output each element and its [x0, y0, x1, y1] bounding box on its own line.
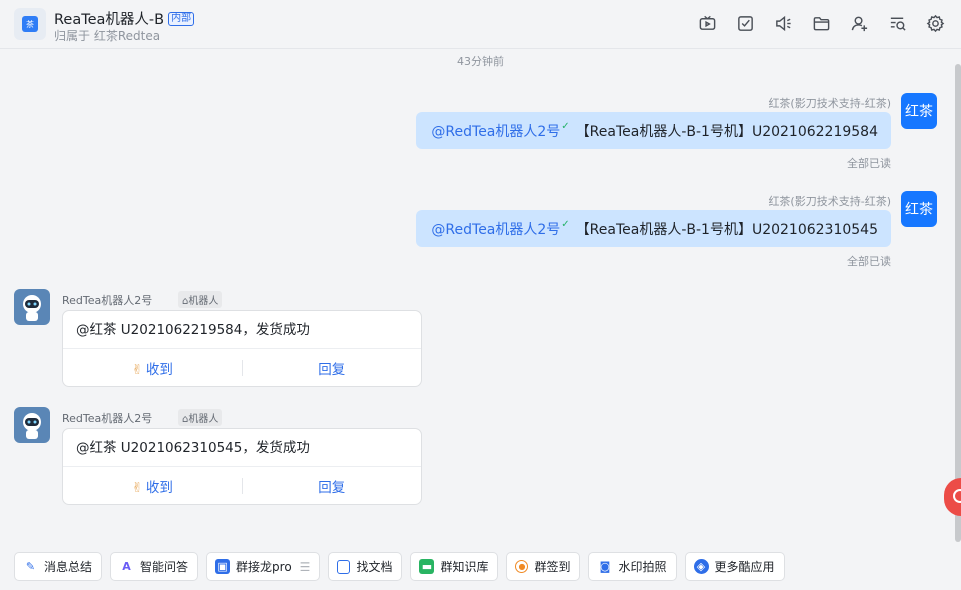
- search-history-icon[interactable]: [888, 14, 907, 33]
- received-button[interactable]: ✌ 收到: [63, 358, 242, 378]
- mention-link[interactable]: @RedTea机器人2号: [431, 121, 560, 141]
- summary-icon: ✎: [25, 560, 36, 573]
- find-doc-label: 找文档: [356, 560, 393, 574]
- hand-icon: ✌: [131, 480, 143, 496]
- group-avatar-icon: 茶: [22, 16, 38, 32]
- knowledge-base-icon: ▬: [419, 559, 435, 574]
- message-bubble[interactable]: @RedTea机器人2号 ✓ 【ReaTea机器人-B-1号机】U2021062…: [416, 210, 891, 247]
- more-apps-icon: ◈: [693, 559, 709, 574]
- message-text: 【ReaTea机器人-B-1号机】U2021062219584: [575, 123, 878, 140]
- hand-icon: ✌: [131, 362, 143, 378]
- card-actions: ✌ 收到 回复: [63, 467, 421, 505]
- video-icon[interactable]: [698, 14, 717, 33]
- bot-tag: ⌂机器人: [178, 409, 223, 426]
- camera-label: 水印拍照: [618, 560, 667, 574]
- message-bubble[interactable]: @RedTea机器人2号 ✓ 【ReaTea机器人-B-1号机】U2021062…: [416, 112, 891, 149]
- summary-button[interactable]: ✎ 消息总结: [14, 552, 103, 581]
- received-label: 收到: [145, 480, 173, 496]
- outgoing-message: 红茶 红茶(影刀技术支持-红茶) @RedTea机器人2号 ✓ 【ReaTea机…: [377, 191, 937, 271]
- settings-icon[interactable]: [926, 14, 945, 33]
- chat-scrollbar[interactable]: [955, 64, 961, 542]
- group-subtitle: 归属于 红茶Redtea: [54, 29, 161, 43]
- bot-tag-label: 机器人: [188, 414, 219, 425]
- group-avatar[interactable]: 茶: [14, 8, 46, 40]
- avatar[interactable]: 红茶: [901, 93, 937, 129]
- relay-button[interactable]: ▣ 群接龙pro ☰: [206, 552, 321, 581]
- knowledge-base-label: 群知识库: [440, 560, 489, 574]
- more-apps-button[interactable]: ◈ 更多酷应用: [684, 552, 785, 581]
- message-text: 【ReaTea机器人-B-1号机】U2021062310545: [575, 221, 878, 238]
- bot-avatar-icon[interactable]: [14, 407, 50, 443]
- incoming-message: RedTea机器人2号 ⌂机器人 @红茶 U2021062219584，发货成功…: [14, 289, 434, 389]
- reply-button[interactable]: 回复: [243, 358, 422, 378]
- sender-name: 红茶(影刀技术支持-红茶): [768, 195, 891, 208]
- group-title[interactable]: ReaTea机器人-B: [54, 8, 164, 29]
- sender-name: 红茶(影刀技术支持-红茶): [768, 97, 891, 110]
- relay-icon: ▣: [215, 559, 231, 574]
- sender-name: RedTea机器人2号: [62, 412, 153, 425]
- received-button[interactable]: ✌ 收到: [63, 476, 242, 496]
- card-actions: ✌ 收到 回复: [63, 349, 421, 387]
- more-apps-label: 更多酷应用: [714, 560, 775, 574]
- incoming-message: RedTea机器人2号 ⌂机器人 @红茶 U2021062310545，发货成功…: [14, 407, 434, 507]
- ai-qa-button[interactable]: A 智能问答: [110, 552, 199, 581]
- relay-label: 群接龙pro: [236, 560, 292, 574]
- ai-qa-icon: A: [122, 560, 131, 573]
- avatar[interactable]: 红茶: [901, 191, 937, 227]
- bot-tag-label: 机器人: [188, 296, 219, 307]
- chat-header: 茶 ReaTea机器人-B 内部 归属于 红茶Redtea: [0, 0, 961, 49]
- internal-tag: 内部: [168, 11, 195, 26]
- checkbox-icon[interactable]: [736, 14, 755, 33]
- ai-qa-label: 智能问答: [140, 560, 189, 574]
- drag-handle-icon[interactable]: ☰: [300, 560, 311, 574]
- check-in-label: 群签到: [534, 560, 571, 574]
- bot-tag: ⌂机器人: [178, 291, 223, 308]
- header-toolbar: [698, 14, 945, 33]
- find-doc-icon: [337, 559, 351, 574]
- read-check-icon: ✓: [561, 219, 570, 230]
- mention-link[interactable]: @RedTea机器人2号: [431, 219, 560, 239]
- message-card: @红茶 U2021062310545，发货成功 ✌ 收到 回复: [62, 428, 422, 505]
- bot-avatar-icon[interactable]: [14, 289, 50, 325]
- bottom-toolbar: ✎ 消息总结 A 智能问答 ▣ 群接龙pro ☰ 找文档 ▬ 群知识库 ● 群签…: [14, 552, 785, 581]
- card-text: @红茶 U2021062219584，发货成功: [63, 311, 421, 349]
- folder-icon[interactable]: [812, 14, 831, 33]
- reply-button[interactable]: 回复: [243, 476, 422, 496]
- knowledge-base-button[interactable]: ▬ 群知识库: [410, 552, 499, 581]
- announcement-icon[interactable]: [774, 14, 793, 33]
- time-divider: 43分钟前: [457, 55, 504, 68]
- title-row: ReaTea机器人-B 内部: [54, 8, 195, 29]
- summary-label: 消息总结: [44, 560, 93, 574]
- floating-assistant-icon[interactable]: [944, 478, 961, 516]
- find-doc-button[interactable]: 找文档: [328, 552, 403, 581]
- add-member-icon[interactable]: [850, 14, 869, 33]
- check-in-icon: ●: [515, 560, 529, 573]
- card-text: @红茶 U2021062310545，发货成功: [63, 429, 421, 467]
- check-in-button[interactable]: ● 群签到: [506, 552, 581, 581]
- read-check-icon: ✓: [561, 121, 570, 132]
- camera-button[interactable]: ◙ 水印拍照: [588, 552, 677, 581]
- camera-icon: ◙: [599, 560, 611, 573]
- sender-name: RedTea机器人2号: [62, 294, 153, 307]
- received-label: 收到: [145, 362, 173, 378]
- read-status[interactable]: 全部已读: [847, 155, 891, 171]
- outgoing-message: 红茶 红茶(影刀技术支持-红茶) @RedTea机器人2号 ✓ 【ReaTea机…: [377, 93, 937, 173]
- message-card: @红茶 U2021062219584，发货成功 ✌ 收到 回复: [62, 310, 422, 387]
- read-status[interactable]: 全部已读: [847, 253, 891, 269]
